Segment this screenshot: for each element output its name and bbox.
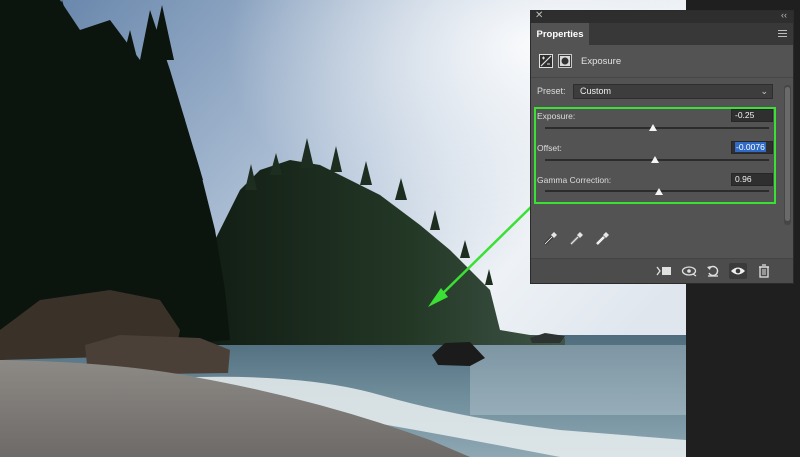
preset-label: Preset: [537,86,566,96]
eyedropper-gray-icon[interactable] [569,230,585,246]
gamma-correction-value-field[interactable]: 0.96 [731,173,773,186]
gamma-correction-slider-thumb[interactable] [655,188,664,195]
chevron-down-icon: ⌄ [760,85,768,96]
panel-tab-bar: Properties [531,23,793,45]
divider [531,77,793,78]
panel-menu-icon[interactable] [778,30,787,38]
exposure-slider-track[interactable] [545,127,769,129]
gamma-correction-label: Gamma Correction: [537,175,612,185]
offset-value-field[interactable]: -0.0076 [731,141,773,154]
panel-scrollbar[interactable] [784,85,791,225]
view-previous-state-icon[interactable] [680,263,698,279]
reset-icon[interactable] [704,263,722,279]
preset-row: Preset: Custom ⌄ [537,83,773,99]
offset-value-selected: -0.0076 [735,142,766,152]
tab-properties[interactable]: Properties [531,23,589,45]
close-panel-icon[interactable]: ✕ [535,10,543,21]
visibility-eye-icon[interactable] [729,263,747,279]
eyedropper-white-icon[interactable] [595,230,611,246]
adjustment-type-label: Exposure [581,55,622,67]
trash-icon[interactable] [755,263,773,279]
annotation-arrow-line [435,205,533,301]
properties-panel: ✕ ‹‹ Properties Exposure Preset: Custom … [530,10,794,284]
offset-label: Offset: [537,143,562,153]
eyedropper-group [543,230,621,246]
layer-mask-icon[interactable] [558,54,572,68]
exposure-label: Exposure: [537,111,576,121]
preset-dropdown[interactable]: Custom ⌄ [573,83,773,99]
exposure-adjustment-icon[interactable] [539,54,553,68]
exposure-slider-thumb[interactable] [648,124,657,131]
collapse-panel-icon[interactable]: ‹‹ [781,10,787,20]
offset-slider-thumb[interactable] [650,156,659,163]
panel-title-bar: ✕ ‹‹ [531,10,793,23]
adjustment-type-row: Exposure [539,53,621,69]
eyedropper-black-icon[interactable] [543,230,559,246]
panel-footer-toolbar [531,258,793,283]
exposure-value-field[interactable]: -0.25 [731,109,773,122]
clip-to-layer-icon[interactable] [655,263,673,279]
preset-value: Custom [580,86,612,96]
